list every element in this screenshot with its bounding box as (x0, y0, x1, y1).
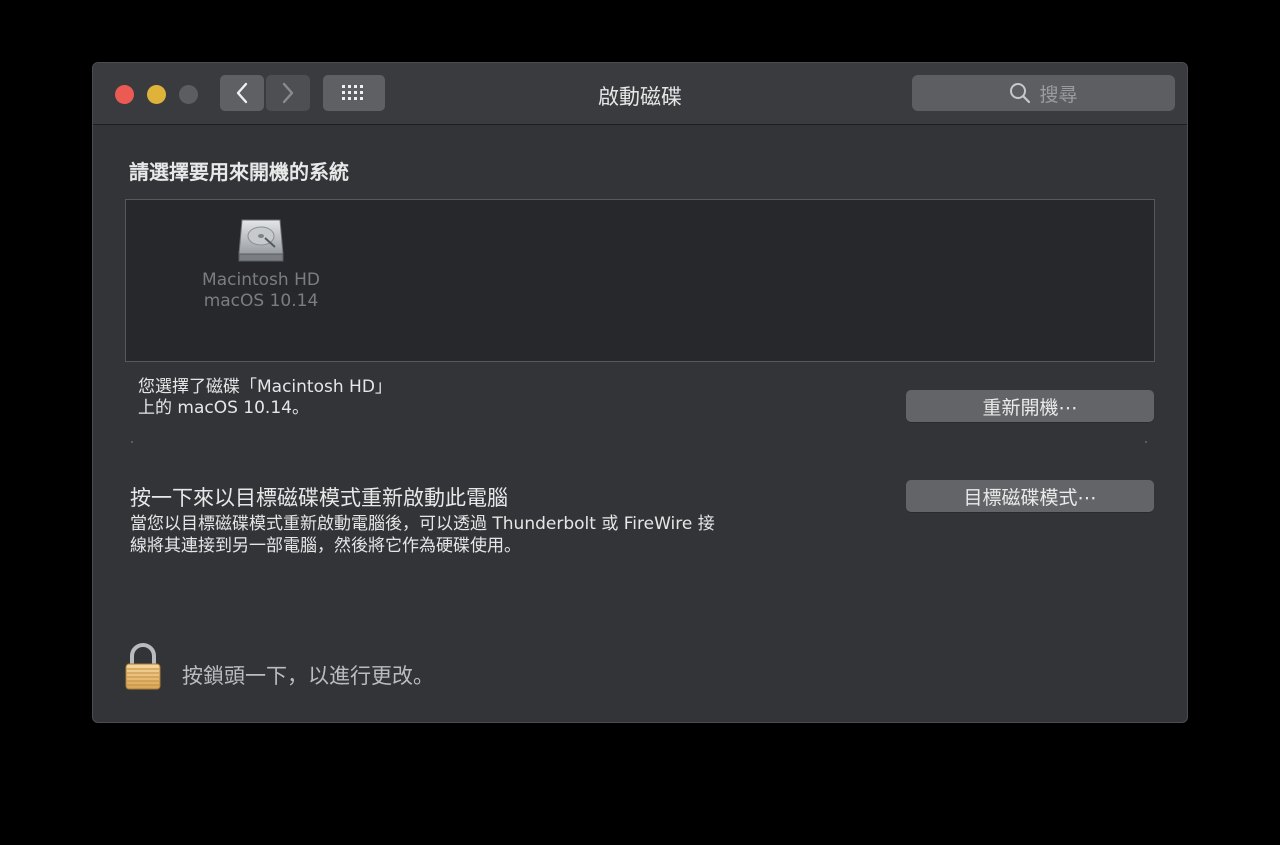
restart-button[interactable]: 重新開機⋯ (906, 390, 1154, 422)
search-placeholder: 搜尋 (1039, 83, 1078, 106)
target-disk-mode-description: 當您以目標磁碟模式重新啟動電腦後，可以透過 Thunderbolt 或 Fire… (130, 513, 715, 557)
selection-status: 您選擇了磁碟「Macintosh HD」 上的 macOS 10.14。 (138, 377, 392, 419)
startup-disk-list: Macintosh HD macOS 10.14 (125, 199, 1155, 362)
disk-item-macintosh-hd[interactable]: Macintosh HD macOS 10.14 (166, 214, 356, 312)
hard-drive-icon (238, 219, 284, 262)
target-disk-mode-title: 按一下來以目標磁碟模式重新啟動此電腦 (130, 486, 508, 510)
close-button[interactable] (115, 85, 134, 104)
target-disk-mode-button[interactable]: 目標磁碟模式⋯ (906, 480, 1154, 512)
grid-icon (342, 85, 363, 100)
title-bar: 啟動磁碟 搜尋 (93, 63, 1187, 125)
startup-disk-window: 啟動磁碟 搜尋 請選擇要用來開機的系統 Macintosh HD macOS 1… (92, 62, 1188, 723)
page-heading: 請選擇要用來開機的系統 (129, 160, 349, 184)
separator-dot-left (131, 441, 133, 443)
chevron-right-icon (282, 82, 294, 104)
zoom-button (179, 85, 198, 104)
status-line-2: 上的 macOS 10.14。 (138, 398, 309, 418)
disk-os-version: macOS 10.14 (203, 291, 319, 311)
status-line-1: 您選擇了磁碟「Macintosh HD」 (138, 377, 392, 397)
forward-button[interactable] (266, 75, 310, 111)
chevron-left-icon (236, 82, 248, 104)
tdm-desc-line-2: 線將其連接到另一部電腦，然後將它作為硬碟使用。 (130, 536, 521, 556)
separator-dot-right (1145, 441, 1147, 443)
search-icon (1010, 83, 1031, 104)
search-field[interactable]: 搜尋 (912, 75, 1175, 111)
minimize-button[interactable] (147, 85, 166, 104)
lock-hint-text: 按鎖頭一下，以進行更改。 (182, 664, 434, 688)
show-all-button[interactable] (323, 75, 385, 111)
back-button[interactable] (220, 75, 264, 111)
disk-name: Macintosh HD (202, 270, 320, 290)
tdm-desc-line-1: 當您以目標磁碟模式重新啟動電腦後，可以透過 Thunderbolt 或 Fire… (130, 514, 715, 534)
lock-icon[interactable] (123, 643, 163, 691)
